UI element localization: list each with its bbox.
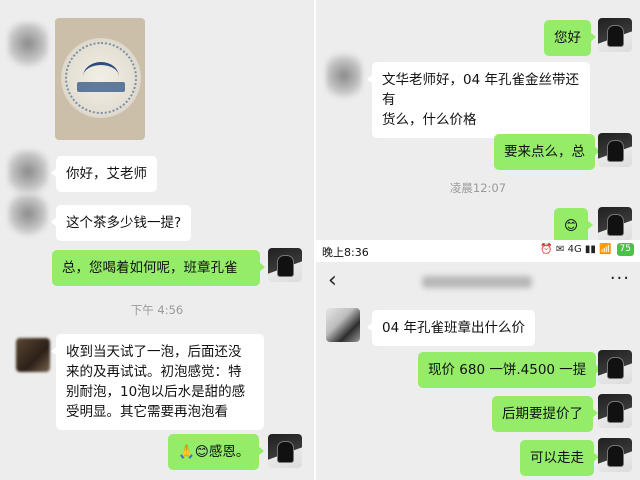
message-incoming[interactable]: 文华老师好，04 年孔雀金丝带还有 货么，什么价格: [367, 62, 590, 138]
my-avatar[interactable]: [598, 394, 632, 428]
contact-avatar-blurred[interactable]: [8, 22, 48, 70]
status-bar: 晚上8:36 ⏰ ✉ 4G ▮▮ 📶 75: [316, 240, 640, 262]
my-avatar[interactable]: [598, 350, 632, 384]
message-outgoing[interactable]: 您好: [544, 20, 596, 56]
message-incoming[interactable]: 这个茶多少钱一提?: [50, 205, 192, 241]
message-outgoing[interactable]: 要来点么，总: [494, 134, 600, 170]
message-outgoing[interactable]: 可以走走: [520, 440, 599, 476]
contact-avatar-blurred[interactable]: [16, 338, 50, 372]
message-incoming[interactable]: 你好，艾老师: [51, 156, 157, 192]
message-outgoing[interactable]: 现价 680 一饼.4500 一提: [418, 352, 602, 388]
my-avatar[interactable]: [598, 133, 632, 167]
message-outgoing[interactable]: 总，您喝着如何呢，班章孔雀: [52, 250, 265, 286]
left-chat-screenshot: 你好，艾老师 这个茶多少钱一提? 总，您喝着如何呢，班章孔雀 下午 4:56 收…: [0, 0, 314, 480]
my-avatar[interactable]: [268, 248, 302, 282]
system-status-icons: ⏰ ✉ 4G ▮▮ 📶: [540, 244, 612, 255]
back-arrow-icon[interactable]: ‹: [328, 270, 337, 292]
contact-avatar-blurred[interactable]: [8, 194, 48, 238]
more-options-icon[interactable]: ···: [610, 268, 630, 289]
chat-timestamp: 下午 4:56: [130, 303, 184, 317]
my-avatar[interactable]: [598, 438, 632, 472]
right-chat-screenshot: 您好 文华老师好，04 年孔雀金丝带还有 货么，什么价格 要来点么，总 凌晨12…: [316, 0, 640, 480]
message-outgoing[interactable]: 后期要提价了: [492, 396, 598, 432]
contact-avatar[interactable]: [326, 308, 360, 342]
my-avatar[interactable]: [598, 18, 632, 52]
message-outgoing[interactable]: 🙏😊感恩。: [168, 434, 265, 470]
contact-avatar-blurred[interactable]: [326, 54, 362, 102]
status-icons: ⏰ ✉ 4G ▮▮ 📶 75: [540, 243, 634, 256]
battery-icon: 75: [616, 243, 634, 256]
tea-cake-photo-message[interactable]: [55, 18, 145, 140]
contact-name-blurred: [422, 276, 532, 288]
my-avatar[interactable]: [268, 434, 302, 468]
message-outgoing[interactable]: 😊: [554, 208, 594, 244]
my-avatar[interactable]: [598, 207, 632, 241]
message-incoming[interactable]: 04 年孔雀班章出什么价: [367, 310, 535, 346]
status-clock: 晚上8:36: [322, 246, 369, 259]
message-incoming[interactable]: 收到当天试了一泡，后面还没 来的及再试试。初泡感觉：特 别耐泡，10泡以后水是甜…: [51, 334, 264, 430]
chat-nav-bar: ‹ ···: [316, 262, 640, 302]
chat-timestamp: 凌晨12:07: [449, 181, 507, 195]
contact-avatar-blurred[interactable]: [8, 150, 48, 198]
tea-cake-image: [61, 38, 141, 118]
